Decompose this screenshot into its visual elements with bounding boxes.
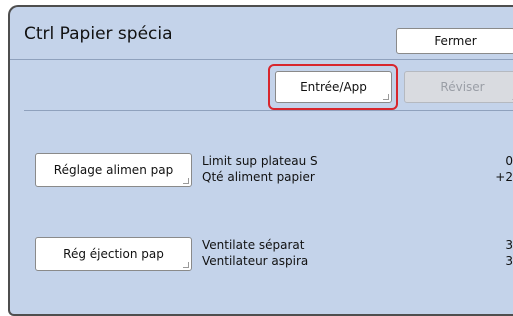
param-label-plateau-limit: Limit sup plateau S (202, 154, 318, 168)
header-divider (10, 59, 513, 60)
close-button[interactable]: Fermer (396, 28, 513, 54)
entry-app-button[interactable]: Entrée/App (275, 71, 392, 103)
param-value-separation-fan: 3 (505, 238, 513, 252)
param-label-suction-fan: Ventilateur aspira (202, 254, 309, 268)
revise-button[interactable]: Réviser (404, 71, 513, 103)
dialog-title: Ctrl Papier spécia (24, 24, 173, 44)
paper-feed-adjust-button[interactable]: Réglage alimen pap (35, 153, 192, 187)
param-value-plateau-limit: 0 (505, 154, 513, 168)
param-label-separation-fan: Ventilate séparat (202, 238, 305, 252)
param-value-suction-fan: 3 (505, 254, 513, 268)
paper-eject-adjust-button[interactable]: Rég éjection pap (35, 237, 192, 271)
param-label-feed-quantity: Qté aliment papier (202, 170, 315, 184)
param-value-feed-quantity: +2 (495, 170, 513, 184)
dialog-frame: Ctrl Papier spécia Fermer Entrée/App Rév… (8, 5, 513, 316)
toolbar-divider (24, 110, 513, 111)
